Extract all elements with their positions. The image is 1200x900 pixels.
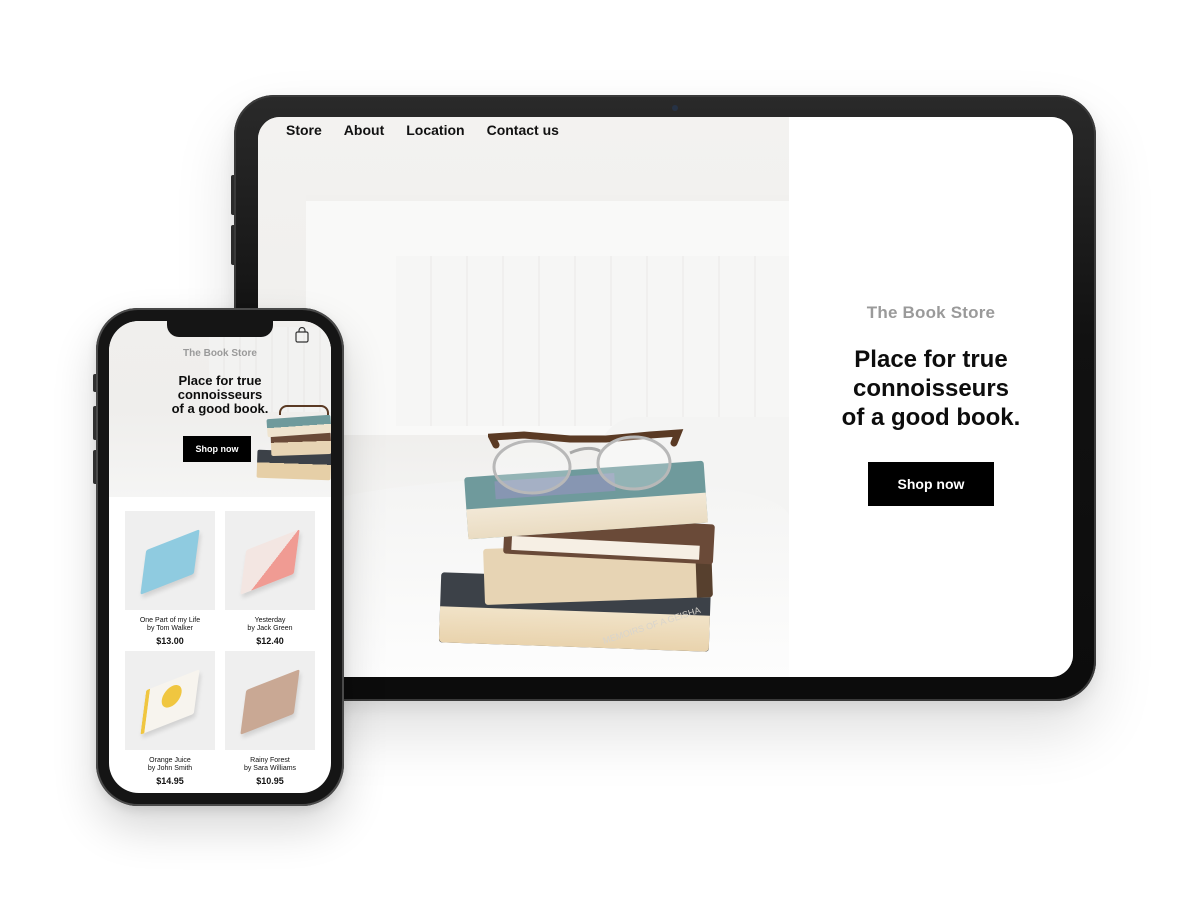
shop-now-button[interactable]: Shop now (868, 462, 994, 506)
nav-location[interactable]: Location (406, 122, 464, 138)
product-title: One Part of my Life (139, 617, 201, 624)
tablet-volume-button (231, 175, 234, 215)
product-author: by Sara Williams (243, 765, 297, 772)
book-stack-illustration: MEMOIRS OF A GEISHA (438, 427, 728, 667)
product-price: $10.95 (256, 776, 284, 786)
product-price: $14.95 (156, 776, 184, 786)
phone-notch (167, 321, 273, 337)
eyeglasses-illustration (488, 429, 684, 495)
tablet-nav: Store About Location Contact us (286, 122, 559, 138)
product-card[interactable]: One Part of my Life by Tom Walker $13.00 (125, 511, 215, 646)
product-title: Orange Juice (149, 757, 191, 764)
product-price: $12.40 (256, 636, 284, 646)
product-grid: One Part of my Life by Tom Walker $13.00… (125, 511, 315, 786)
product-card[interactable]: Yesterday by Jack Green $12.40 (225, 511, 315, 646)
product-price: $13.00 (156, 636, 184, 646)
nav-store[interactable]: Store (286, 122, 322, 138)
tablet-camera (672, 105, 678, 111)
product-card[interactable]: Orange Juice by John Smith $14.95 (125, 651, 215, 786)
product-title: Yesterday (254, 617, 286, 624)
product-image (125, 651, 215, 750)
phone-volume-button (93, 450, 96, 484)
product-author: by Jack Green (247, 625, 293, 632)
svg-text:MEMOIRS OF A GEISHA: MEMOIRS OF A GEISHA (602, 605, 702, 646)
product-title: Rainy Forest (250, 757, 290, 764)
product-card[interactable]: Rainy Forest by Sara Williams $10.95 (225, 651, 315, 786)
product-image (125, 511, 215, 610)
product-image (225, 651, 315, 750)
phone-volume-button (93, 406, 96, 440)
tablet-device: MEMOIRS OF A GEISHA Store About Location… (231, 95, 1096, 701)
book-spine-text: MEMOIRS OF A GEISHA (602, 605, 702, 646)
nav-about[interactable]: About (344, 122, 384, 138)
phone-shop-now-button[interactable]: Shop now (183, 436, 251, 462)
phone-device: The Book Store Place for true connoisseu… (93, 308, 344, 806)
product-author: by John Smith (147, 765, 193, 772)
headboard-illustration (306, 195, 789, 435)
phone-mute-switch (93, 374, 96, 392)
phone-hero-headline: Place for true connoisseurs of a good bo… (171, 373, 269, 416)
product-author: by Tom Walker (147, 625, 193, 632)
product-image (225, 511, 315, 610)
phone-brand-name: The Book Store (183, 348, 257, 359)
phone-screen: The Book Store Place for true connoisseu… (109, 321, 331, 793)
tablet-volume-button (231, 225, 234, 265)
shopping-bag-icon[interactable] (295, 327, 309, 343)
nav-contact-us[interactable]: Contact us (487, 122, 559, 138)
hero-headline: Place for true connoisseurs of a good bo… (841, 346, 1021, 431)
tablet-screen: MEMOIRS OF A GEISHA Store About Location… (258, 117, 1073, 677)
brand-name: The Book Store (866, 303, 996, 322)
hero-panel: The Book Store Place for true connoisseu… (789, 117, 1073, 677)
